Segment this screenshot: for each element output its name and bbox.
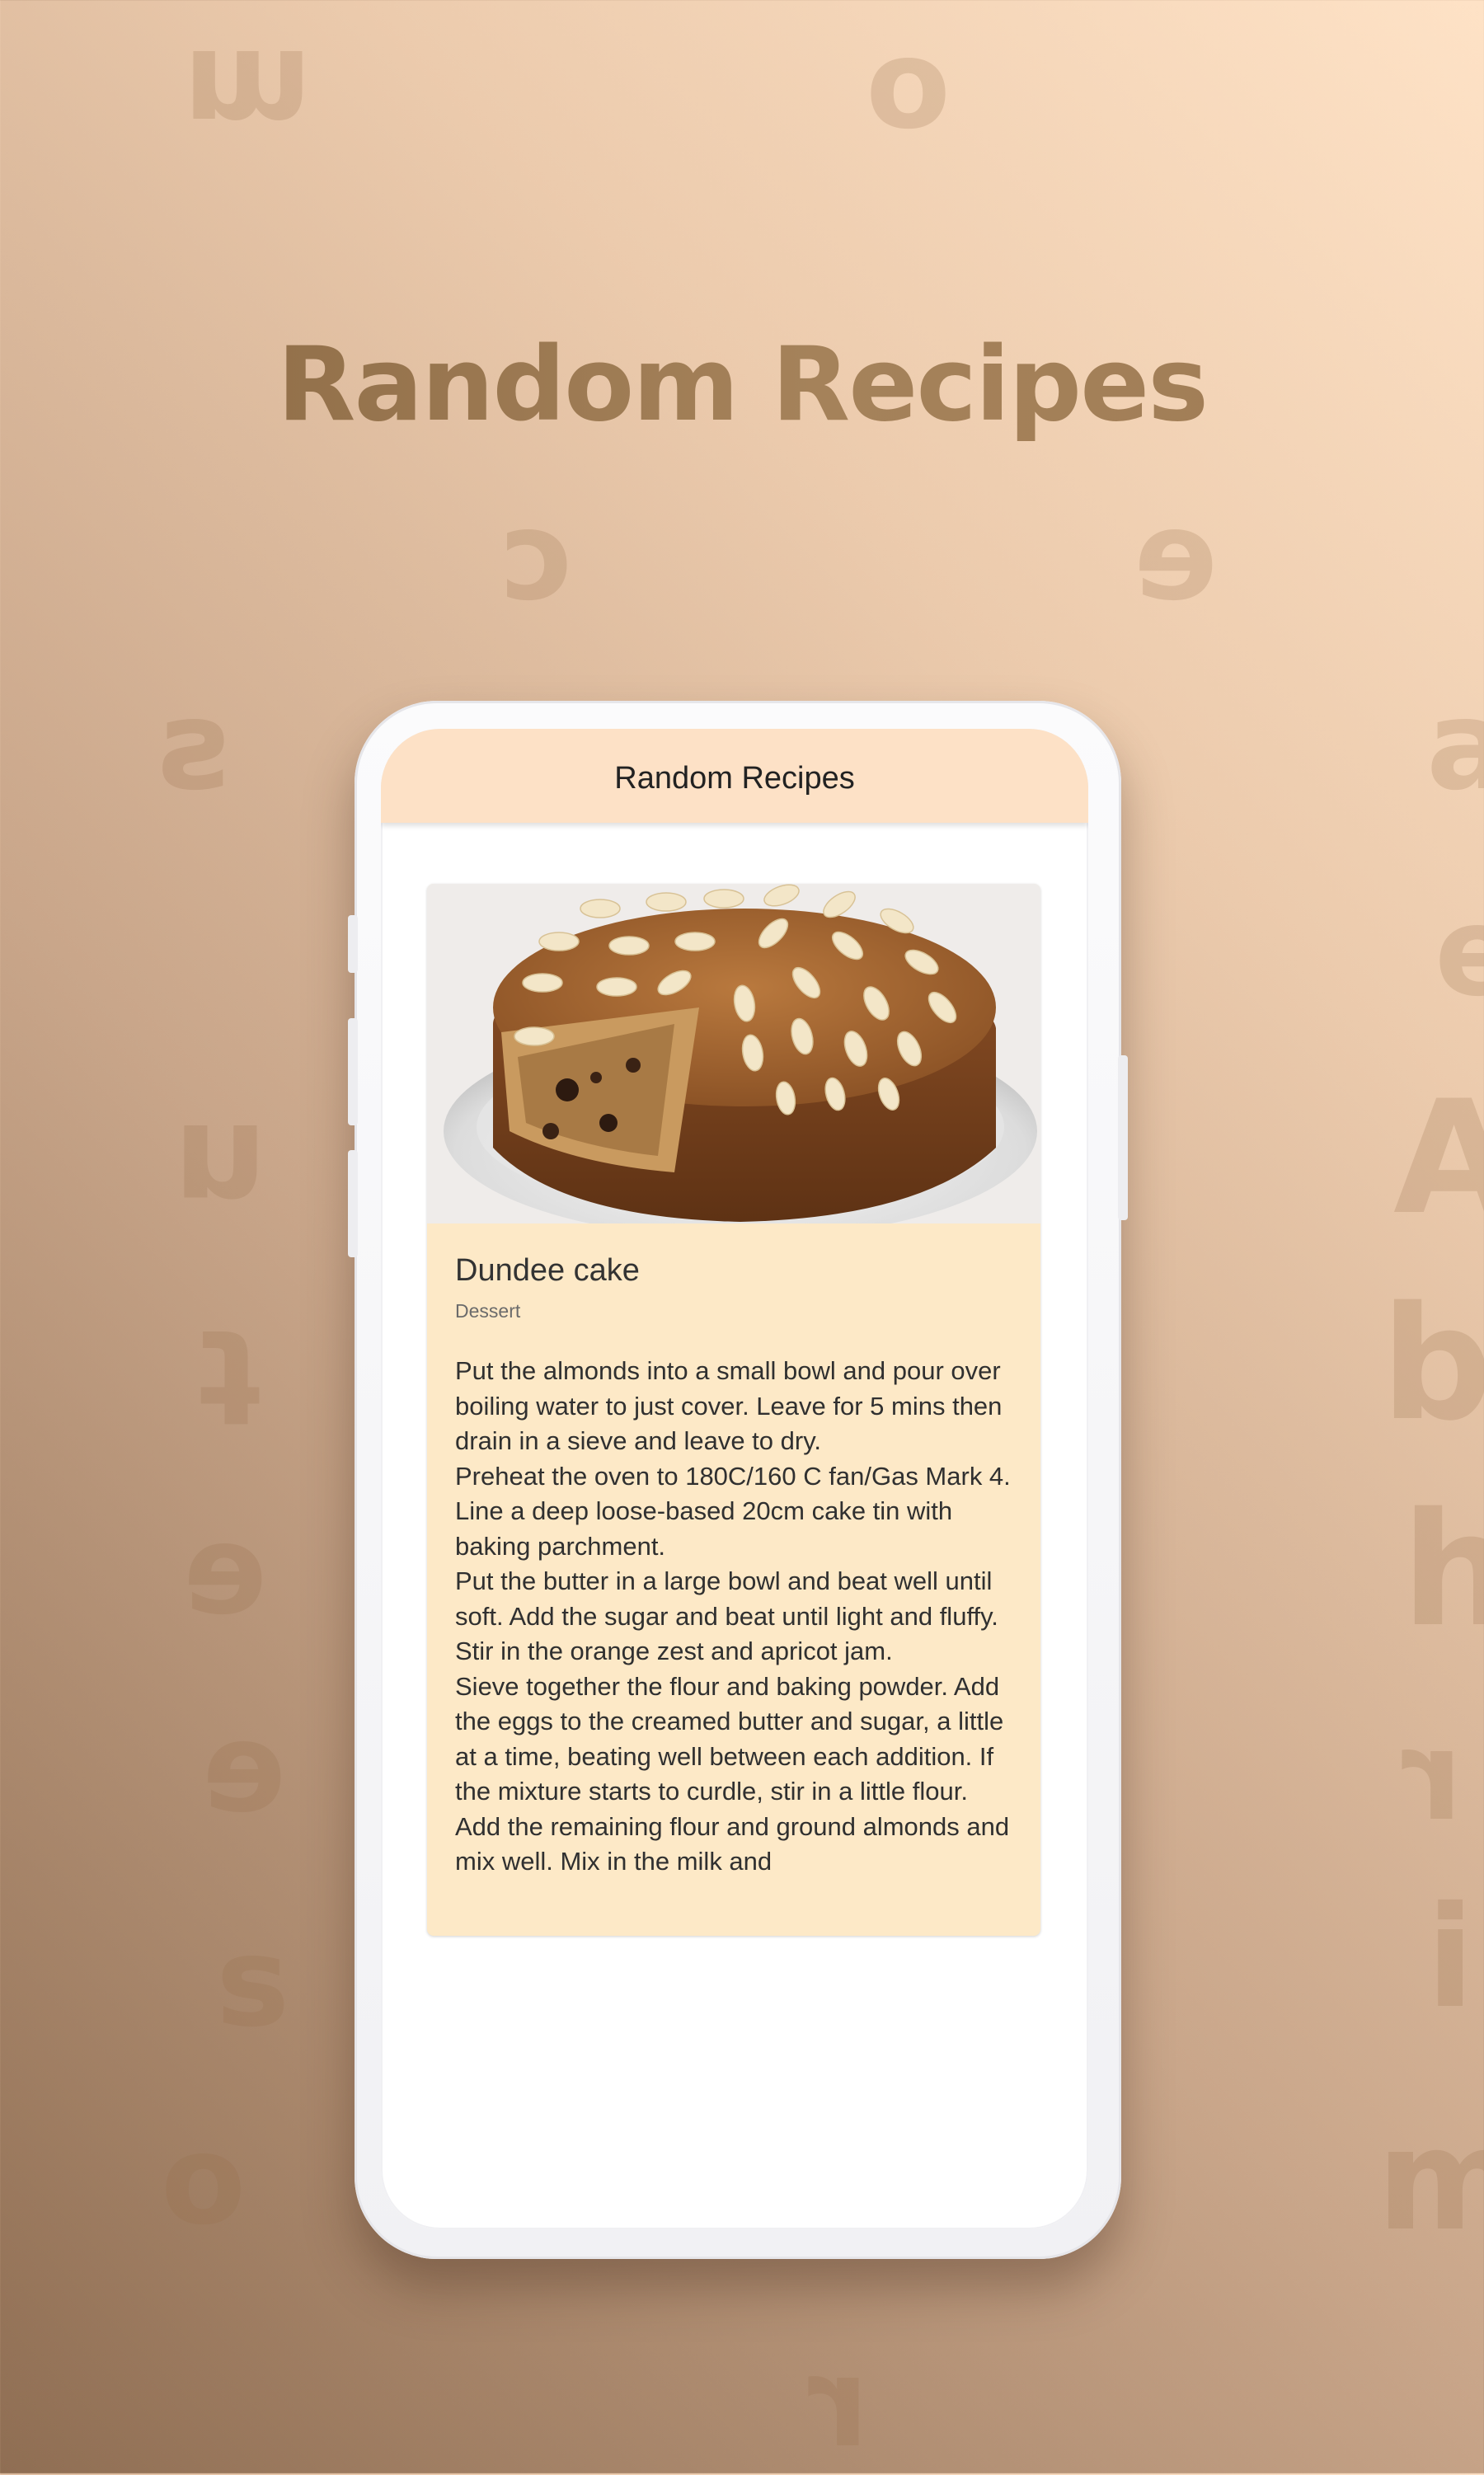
recipe-instructions: Put the almonds into a small bowl and po… <box>455 1356 1011 1876</box>
background-letter: e <box>202 1697 286 1840</box>
recipe-category: Dessert <box>455 1300 521 1322</box>
recipe-card-body: Dundee cake Dessert Put the almonds into… <box>427 1223 1040 1880</box>
background-letter: e <box>183 1499 267 1642</box>
background-letter: c <box>499 485 572 628</box>
recipe-card[interactable]: Dundee cake Dessert Put the almonds into… <box>427 884 1040 1936</box>
page-headline: Random Recipes <box>0 326 1484 444</box>
recipe-image <box>427 884 1040 1223</box>
background-letter: e <box>1134 485 1218 628</box>
background-letter: a <box>1426 674 1484 818</box>
phone-volume-down-button <box>348 1150 358 1257</box>
background-letter: o <box>161 2109 247 2252</box>
app-bar-title: Random Recipes <box>614 760 855 796</box>
phone-volume-up-button <box>348 1018 358 1125</box>
background-letter: m <box>183 21 312 165</box>
app-bar: Random Recipes <box>381 729 1088 823</box>
background-letter: t <box>198 1300 261 1454</box>
cake-photo-icon <box>427 884 1040 1223</box>
background-letter: n <box>173 1094 267 1248</box>
background-letter: m <box>1377 2099 1484 2262</box>
background-letter: o <box>866 13 951 157</box>
phone-screen: Random Recipes Dundee cake Dessert Put t… <box>381 729 1088 2229</box>
background-letter: s <box>216 1911 290 2055</box>
background-letter: s <box>157 674 231 818</box>
background-letter: r <box>808 2332 869 2475</box>
phone-mockup: Random Recipes Dundee cake Dessert Put t… <box>348 701 1128 2259</box>
background-letter: e <box>1435 881 1484 1024</box>
background-letter: h <box>1402 1479 1484 1661</box>
background-letter: i <box>1426 1876 1475 2040</box>
background-letter: r <box>1402 1705 1463 1848</box>
background-letter: b <box>1381 1273 1484 1455</box>
background-letter: A <box>1393 1067 1484 1249</box>
phone-side-button <box>348 915 358 973</box>
phone-power-button <box>1118 1055 1128 1220</box>
recipe-title: Dundee cake <box>455 1253 640 1288</box>
